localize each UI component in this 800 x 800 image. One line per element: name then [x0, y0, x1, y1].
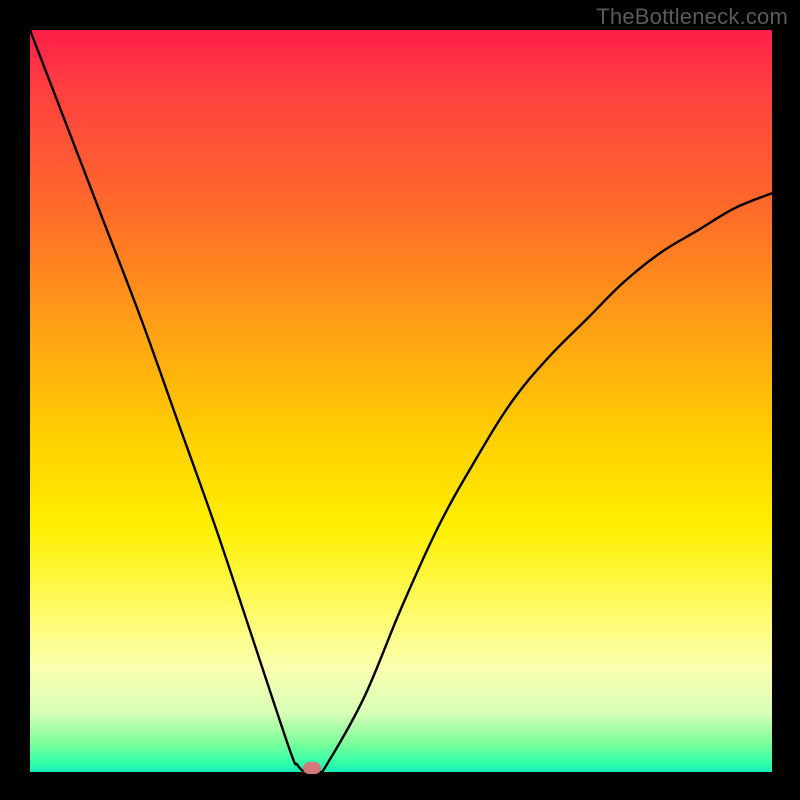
watermark-text: TheBottleneck.com — [596, 4, 788, 30]
optimal-marker — [303, 762, 321, 774]
chart-plot-area — [30, 30, 772, 772]
bottleneck-curve — [30, 30, 772, 772]
